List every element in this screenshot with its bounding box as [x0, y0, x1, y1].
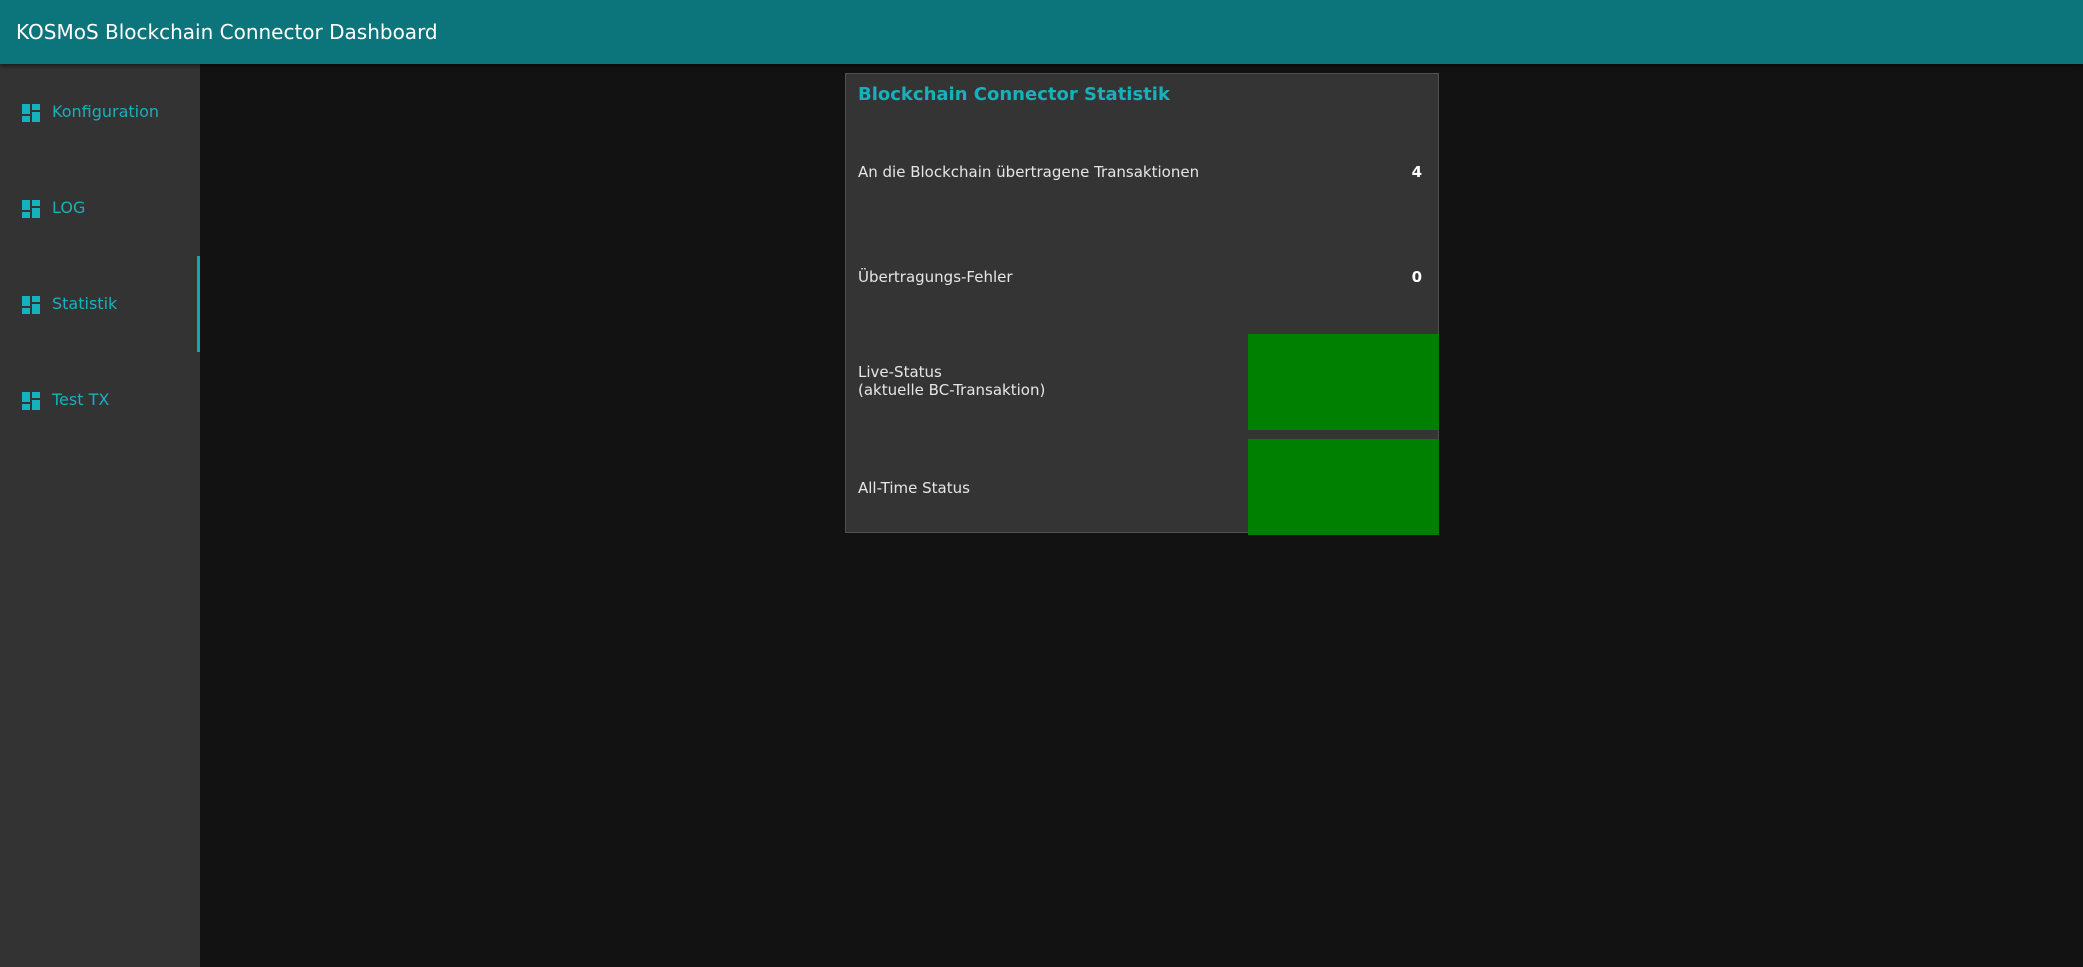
dashboard-icon: [22, 392, 40, 410]
live-status-label: Live-Status (aktuelle BC-Transaktion): [858, 363, 1045, 399]
alltime-status-indicator: [1248, 439, 1439, 535]
dashboard-icon: [22, 200, 40, 218]
transmission-errors-value: 0: [1411, 268, 1422, 286]
sidebar: Konfiguration LOG Statistik Test TX: [0, 64, 200, 967]
sidebar-item-test-tx[interactable]: Test TX: [0, 352, 200, 448]
dashboard-icon: [22, 296, 40, 314]
sidebar-item-statistik[interactable]: Statistik: [0, 256, 200, 352]
app-title: KOSMoS Blockchain Connector Dashboard: [16, 20, 438, 44]
sidebar-item-label: Test TX: [52, 390, 110, 409]
alltime-status-label: All-Time Status: [858, 479, 970, 497]
dashboard-icon: [22, 104, 40, 122]
transmitted-transactions-label: An die Blockchain übertragene Transaktio…: [858, 163, 1200, 181]
live-status-indicator: [1248, 334, 1439, 430]
sidebar-item-log[interactable]: LOG: [0, 160, 200, 256]
sidebar-item-konfiguration[interactable]: Konfiguration: [0, 64, 200, 160]
transmission-errors-label: Übertragungs-Fehler: [858, 268, 1013, 286]
transmitted-transactions-value: 4: [1411, 163, 1422, 181]
card-title: Blockchain Connector Statistik: [858, 84, 1170, 105]
statistics-card: Blockchain Connector Statistik An die Bl…: [845, 73, 1439, 535]
live-status-label-line1: Live-Status: [858, 363, 942, 381]
sidebar-item-label: LOG: [52, 198, 86, 217]
sidebar-item-label: Statistik: [52, 294, 118, 313]
live-status-label-line2: (aktuelle BC-Transaktion): [858, 381, 1046, 399]
sidebar-item-label: Konfiguration: [52, 102, 160, 121]
app-header: KOSMoS Blockchain Connector Dashboard: [0, 0, 2083, 64]
